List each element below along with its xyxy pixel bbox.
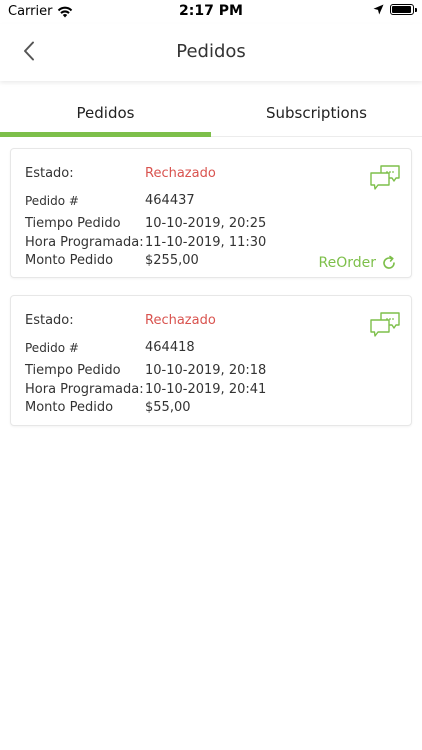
- tab-subscriptions[interactable]: Subscriptions: [211, 87, 422, 138]
- estado-label: Estado:: [25, 166, 74, 181]
- pedido-label: Pedido #: [25, 194, 79, 208]
- hora-value: 10-10-2019, 20:41: [145, 382, 267, 397]
- status-right: [373, 4, 417, 15]
- pedido-value: 464437: [145, 193, 195, 208]
- tab-pedidos[interactable]: Pedidos: [0, 87, 211, 138]
- tab-bar: Pedidos Subscriptions: [0, 87, 422, 138]
- navigation-bar: Pedidos: [0, 24, 422, 81]
- pedido-label: Pedido #: [25, 341, 79, 355]
- refresh-icon: [383, 255, 395, 269]
- tiempo-label: Tiempo Pedido: [25, 216, 121, 231]
- active-tab-indicator: [0, 132, 211, 137]
- reorder-button[interactable]: ReOrder: [319, 255, 398, 271]
- chat-bubbles-icon[interactable]: [369, 161, 401, 191]
- order-card[interactable]: Estado: Rechazado Pedido # 464437 Tiempo…: [10, 148, 412, 278]
- page-title: Pedidos: [176, 41, 246, 62]
- location-arrow-icon: [373, 4, 384, 15]
- tiempo-value: 10-10-2019, 20:25: [145, 216, 267, 231]
- hora-label: Hora Programada:: [25, 382, 144, 397]
- tiempo-label: Tiempo Pedido: [25, 363, 121, 378]
- estado-value: Rechazado: [145, 313, 216, 328]
- battery-icon: [390, 4, 417, 15]
- reorder-label: ReOrder: [318, 255, 377, 271]
- order-card[interactable]: Estado: Rechazado Pedido # 464418 Tiempo…: [10, 295, 412, 426]
- monto-value: $55,00: [145, 400, 191, 415]
- chat-bubbles-icon[interactable]: [369, 308, 401, 338]
- monto-label: Monto Pedido: [25, 400, 114, 415]
- monto-label: Monto Pedido: [25, 253, 114, 268]
- pedido-value: 464418: [145, 340, 195, 355]
- estado-label: Estado:: [25, 313, 74, 328]
- hora-value: 11-10-2019, 11:30: [145, 235, 267, 250]
- status-bar: Carrier 2:17 PM: [0, 0, 422, 24]
- estado-value: Rechazado: [145, 166, 216, 181]
- tiempo-value: 10-10-2019, 20:18: [145, 363, 267, 378]
- hora-label: Hora Programada:: [25, 235, 144, 250]
- clock: 2:17 PM: [179, 3, 243, 19]
- monto-value: $255,00: [145, 253, 199, 268]
